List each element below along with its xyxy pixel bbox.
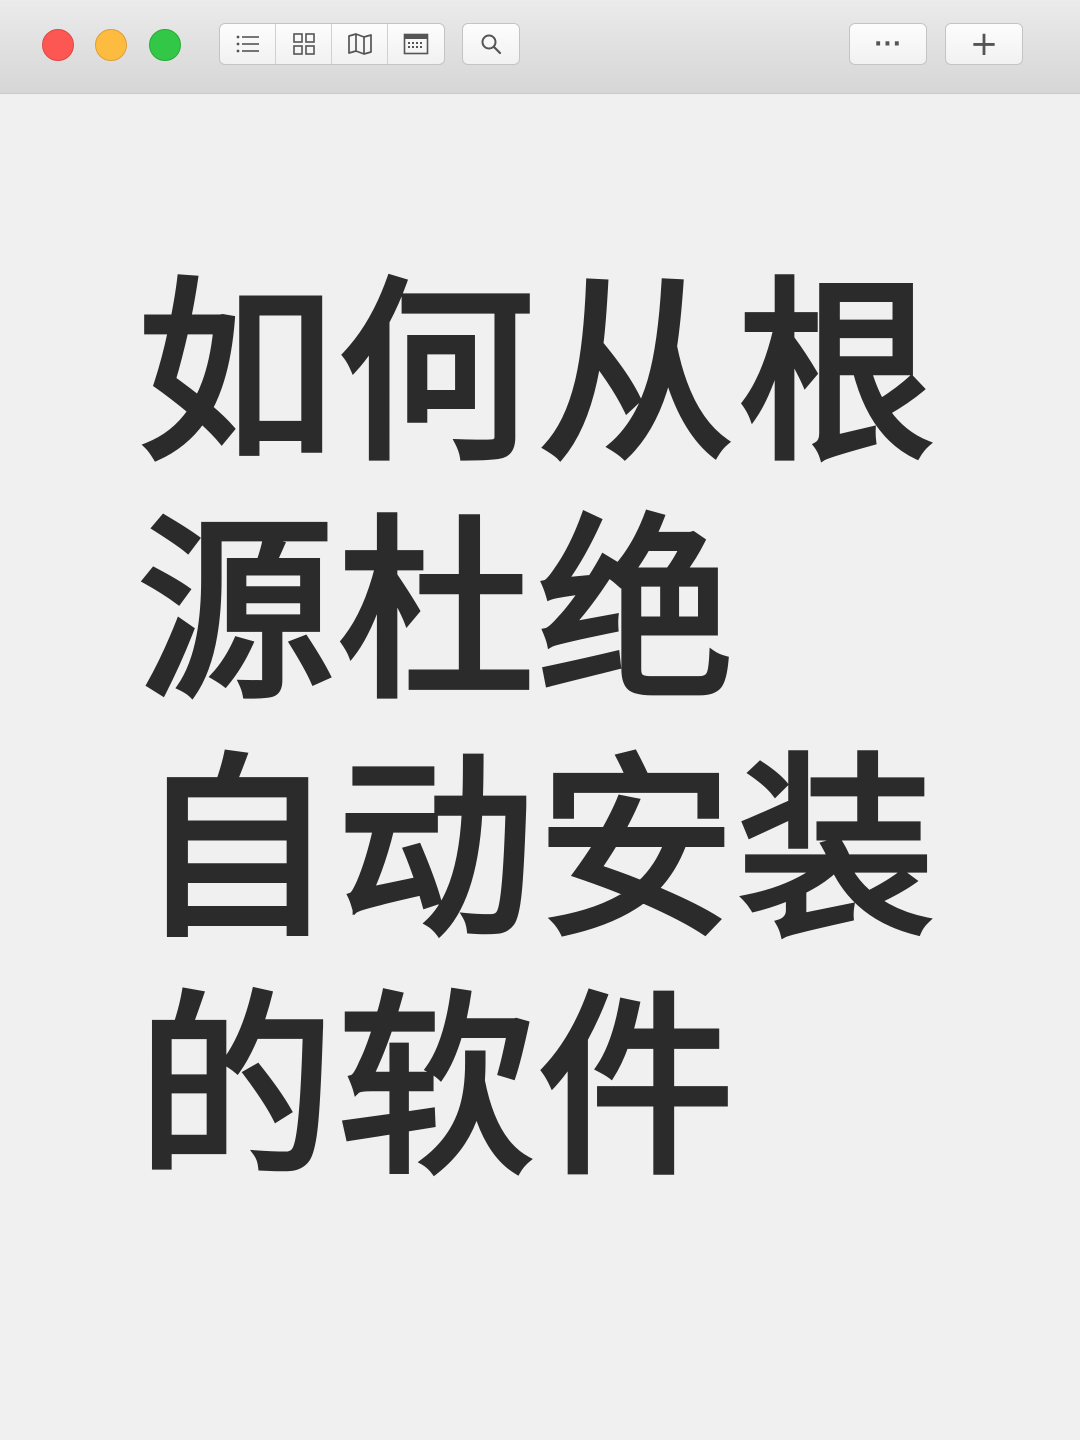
title-bar: ··· + (0, 0, 1080, 94)
map-view-button[interactable] (332, 24, 388, 64)
headline-line: 源杜绝 (138, 499, 739, 727)
minimize-button[interactable] (95, 29, 127, 61)
list-view-button[interactable] (220, 24, 276, 64)
search-icon (480, 33, 502, 55)
note-content[interactable]: 如何从根 源杜绝 自动安装 的软件 (0, 94, 1080, 1440)
view-switcher (219, 23, 445, 65)
map-icon (347, 32, 373, 56)
calendar-view-button[interactable] (388, 24, 444, 64)
app-window: ··· + 如何从根 源杜绝 自动安装 的软件 (0, 0, 1080, 1440)
grid-view-button[interactable] (276, 24, 332, 64)
calendar-icon (403, 33, 429, 55)
close-button[interactable] (42, 29, 74, 61)
headline-line: 自动安装 (138, 737, 939, 965)
add-button[interactable]: + (945, 23, 1023, 65)
search-button[interactable] (462, 23, 520, 65)
plus-icon: + (969, 24, 999, 64)
headline: 如何从根 源杜绝 自动安装 的软件 (138, 256, 958, 1208)
grid-icon (292, 32, 316, 56)
headline-line: 如何从根 (138, 261, 939, 489)
headline-line: 的软件 (138, 975, 739, 1203)
list-icon (235, 33, 261, 55)
more-button[interactable]: ··· (849, 23, 927, 65)
zoom-button[interactable] (149, 29, 181, 61)
ellipsis-icon: ··· (873, 31, 903, 57)
